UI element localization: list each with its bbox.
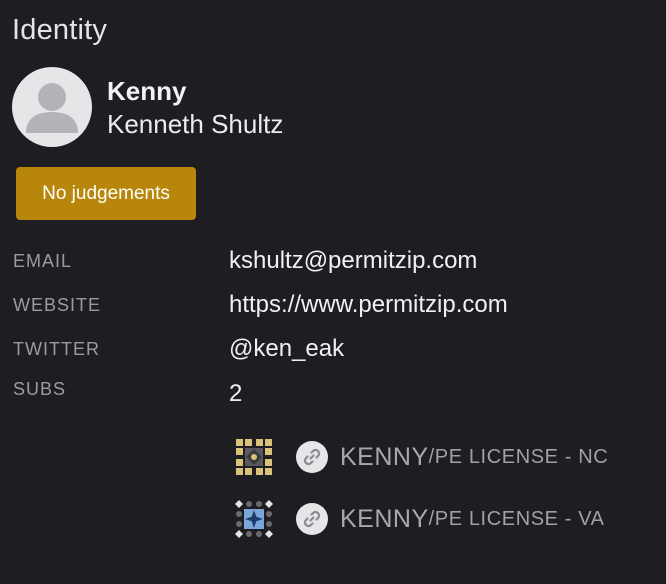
user-placeholder-icon xyxy=(26,83,78,133)
link-button[interactable] xyxy=(296,441,328,473)
subscription-item[interactable]: KENNY /PE LICENSE - NC xyxy=(233,435,608,479)
subscription-repo[interactable]: /PE LICENSE - NC xyxy=(429,446,609,469)
section-title: Identity xyxy=(12,14,108,46)
email-label: EMAIL xyxy=(13,251,73,271)
repo-identicon-icon xyxy=(235,438,273,476)
profile-nickname: Kenny xyxy=(107,76,187,106)
website-value[interactable]: https://www.permitzip.com xyxy=(229,291,508,319)
link-button[interactable] xyxy=(296,503,328,535)
subs-count: 2 xyxy=(229,380,243,407)
status-badge[interactable]: No judgements xyxy=(16,167,196,220)
link-icon xyxy=(303,448,321,466)
subscription-item[interactable]: KENNY /PE LICENSE - VA xyxy=(233,497,605,541)
profile-full-name: Kenneth Shultz xyxy=(107,109,284,139)
repo-identicon-icon xyxy=(235,500,273,538)
avatar xyxy=(12,67,92,147)
link-icon xyxy=(303,510,321,528)
subscription-repo[interactable]: /PE LICENSE - VA xyxy=(429,508,605,531)
subs-label: SUBS xyxy=(13,379,67,399)
email-value[interactable]: kshultz@permitzip.com xyxy=(229,247,477,275)
subscription-owner[interactable]: KENNY xyxy=(340,443,429,472)
twitter-value[interactable]: @ken_eak xyxy=(229,335,344,363)
twitter-label: TWITTER xyxy=(13,339,100,359)
subscription-owner[interactable]: KENNY xyxy=(340,505,429,534)
website-label: WEBSITE xyxy=(13,295,102,315)
